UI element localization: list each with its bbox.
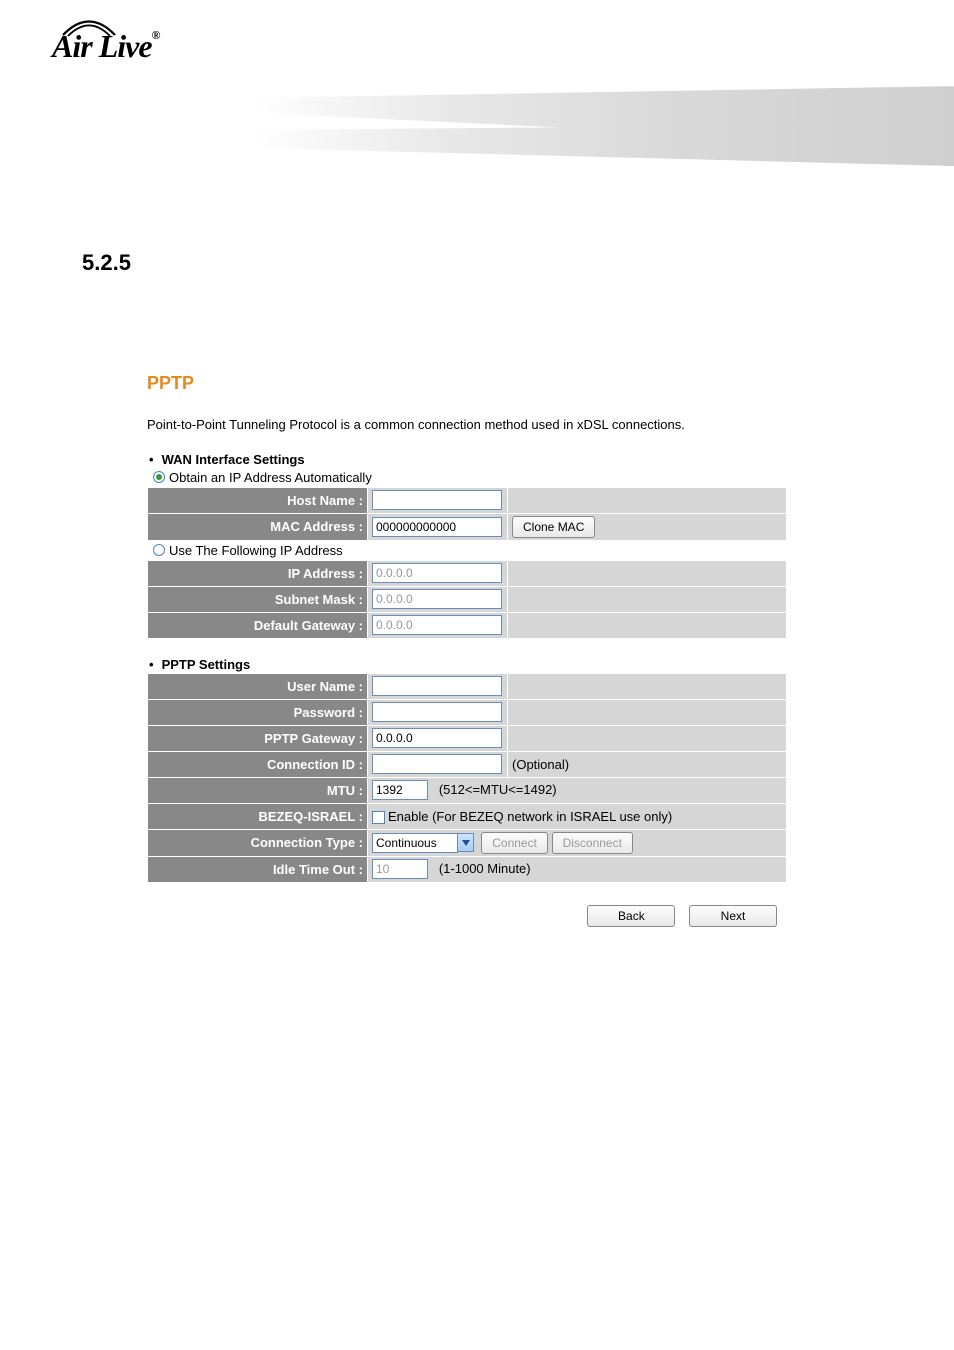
pptp-heading: PPTP Settings <box>147 657 787 672</box>
password-input[interactable] <box>372 702 502 722</box>
connection-id-input[interactable] <box>372 754 502 774</box>
radio-label: Obtain an IP Address Automatically <box>169 470 372 485</box>
section-number: 5.2.5 <box>82 250 131 276</box>
label-default-gateway: Default Gateway : <box>148 612 368 638</box>
radio-icon <box>153 544 165 556</box>
label-mac-address: MAC Address : <box>148 513 368 540</box>
radio-label: Use The Following IP Address <box>169 543 343 558</box>
mtu-input[interactable] <box>372 780 428 800</box>
disconnect-button: Disconnect <box>552 832 633 854</box>
label-subnet-mask: Subnet Mask : <box>148 586 368 612</box>
ip-address-input <box>372 563 502 583</box>
label-host-name: Host Name : <box>148 487 368 513</box>
brand-logo: Air Live® <box>52 28 160 65</box>
panel-description: Point-to-Point Tunneling Protocol is a c… <box>147 416 787 434</box>
subnet-mask-input <box>372 589 502 609</box>
panel-title: PPTP <box>147 373 787 394</box>
back-button[interactable]: Back <box>587 905 675 927</box>
pptp-gateway-input[interactable] <box>372 728 502 748</box>
label-pptp-gateway: PPTP Gateway : <box>148 725 368 751</box>
hint-mtu: (512<=MTU<=1492) <box>439 782 557 797</box>
hint-idle-timeout: (1-1000 Minute) <box>439 861 531 876</box>
clone-mac-button[interactable]: Clone MAC <box>512 516 595 538</box>
radio-obtain-auto[interactable]: Obtain an IP Address Automatically <box>147 468 787 487</box>
label-ip-address: IP Address : <box>148 560 368 586</box>
hint-connection-id: (Optional) <box>508 751 787 777</box>
idle-timeout-input <box>372 859 428 879</box>
host-name-input[interactable] <box>372 490 502 510</box>
connection-type-value[interactable] <box>372 833 458 853</box>
user-name-input[interactable] <box>372 676 502 696</box>
radio-use-static[interactable]: Use The Following IP Address <box>147 541 787 560</box>
label-user-name: User Name : <box>148 673 368 699</box>
connection-type-select[interactable] <box>372 833 474 853</box>
wan-heading: WAN Interface Settings <box>147 452 787 467</box>
hint-bezeq: Enable (For BEZEQ network in ISRAEL use … <box>388 809 672 824</box>
label-idle-timeout: Idle Time Out : <box>148 856 368 882</box>
bezeq-checkbox[interactable] <box>372 811 385 824</box>
radio-icon <box>153 471 165 483</box>
label-connection-type: Connection Type : <box>148 829 368 856</box>
label-connection-id: Connection ID : <box>148 751 368 777</box>
default-gateway-input <box>372 615 502 635</box>
label-mtu: MTU : <box>148 777 368 803</box>
label-bezeq: BEZEQ-ISRAEL : <box>148 803 368 829</box>
chevron-down-icon[interactable] <box>457 833 474 852</box>
next-button[interactable]: Next <box>689 905 777 927</box>
label-password: Password : <box>148 699 368 725</box>
mac-address-input[interactable] <box>372 517 502 537</box>
connect-button: Connect <box>481 832 548 854</box>
